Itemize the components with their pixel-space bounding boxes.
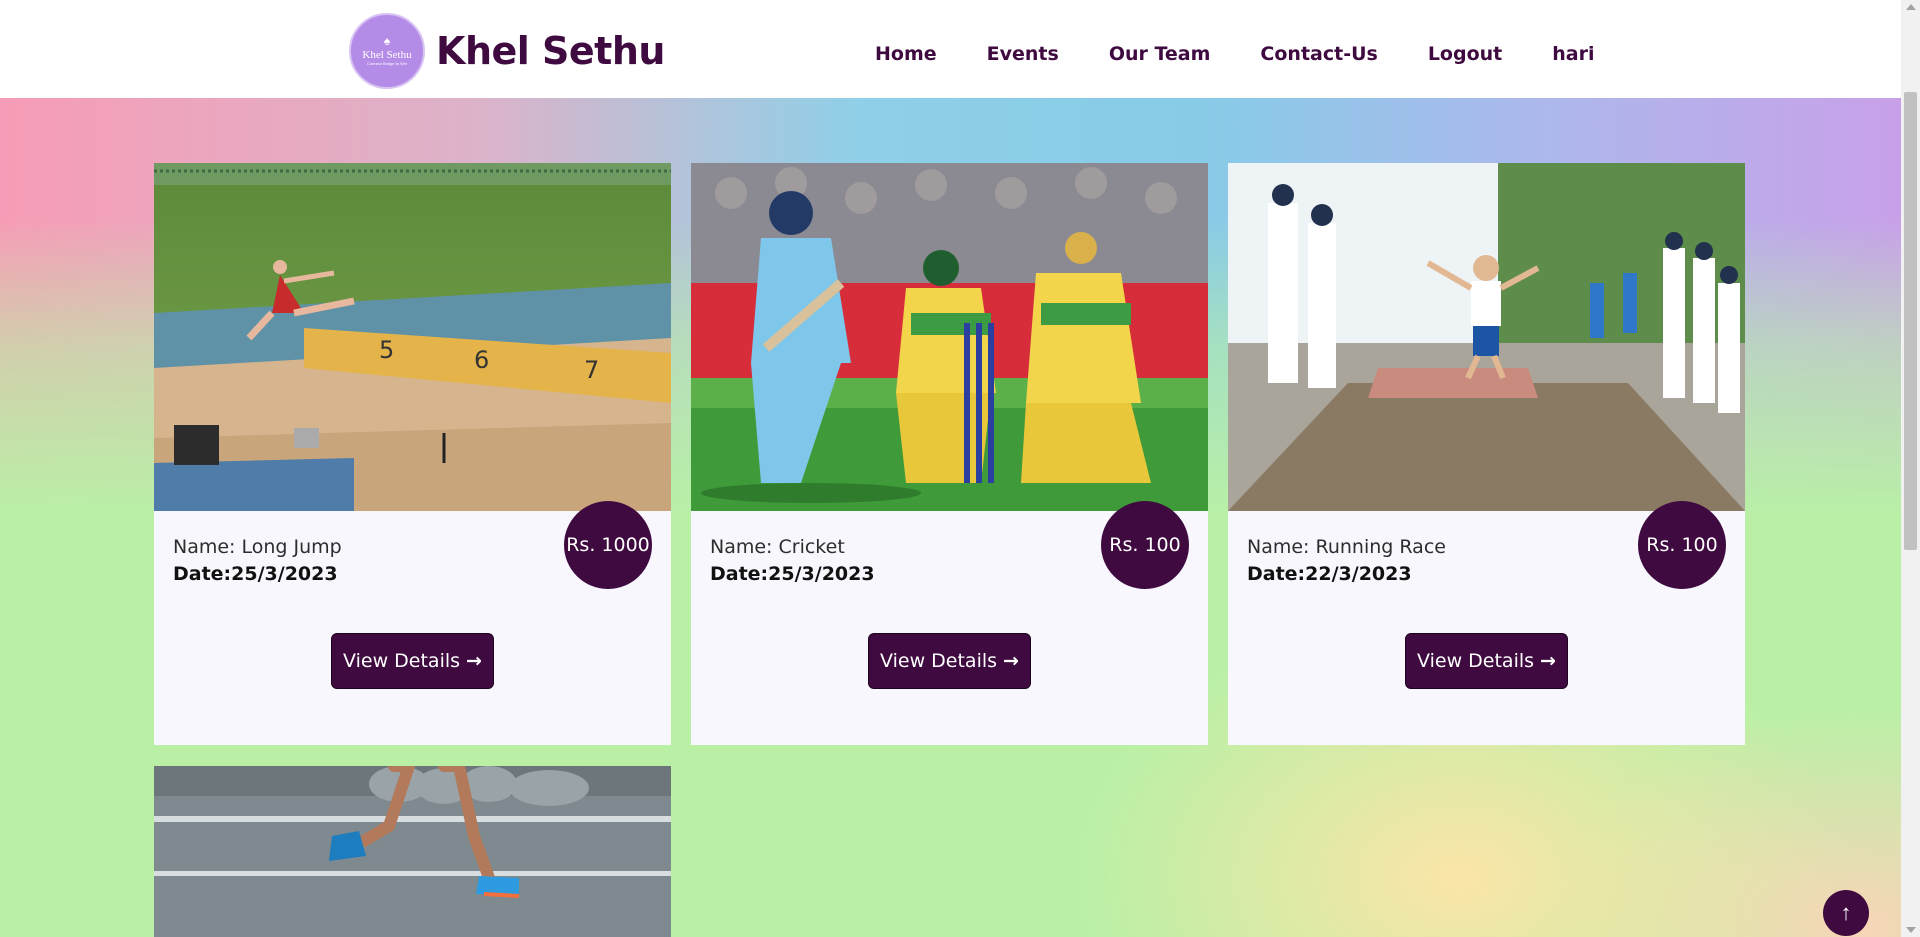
arrow-right-icon: → [1540,650,1556,672]
view-details-button[interactable]: View Details → [1405,633,1568,689]
scroll-to-top-button[interactable]: ↑ [1823,890,1869,936]
view-details-label: View Details [1417,650,1535,672]
page-scrollbar[interactable] [1901,0,1920,937]
event-card-running-race: Name: Running Race Date:22/3/2023 Rs. 10… [1228,163,1745,745]
nav-home[interactable]: Home [875,43,937,65]
event-card-body: Name: Long Jump Date:25/3/2023 Rs. 1000 … [154,501,671,745]
long-jump-photo-image: 5 6 7 [154,163,671,511]
price-badge: Rs. 100 [1101,501,1189,589]
view-details-label: View Details [343,650,461,672]
logo-tagline: Connect Bridge to Win [366,61,408,66]
event-name: Name: Cricket [710,536,845,558]
view-details-button[interactable]: View Details → [331,633,494,689]
logo-emblem-icon: ♠ [383,34,391,48]
long-jump-photo: 5 6 7 [154,163,671,511]
event-date: Date:25/3/2023 [710,563,875,585]
logo-text: Khel Sethu [362,49,412,61]
scroll-down-arrow-icon[interactable] [1906,927,1916,933]
arrow-up-icon: ↑ [1840,900,1852,925]
brand-logo[interactable]: ♠ Khel Sethu Connect Bridge to Win [349,13,425,89]
cricket-photo [691,163,1208,511]
scroll-up-arrow-icon[interactable] [1906,4,1916,10]
nav-links: Home Events Our Team Contact-Us Logout h… [875,43,1595,65]
nav-events[interactable]: Events [987,43,1059,65]
nav-our-team[interactable]: Our Team [1109,43,1211,65]
event-card-body: Name: Cricket Date:25/3/2023 Rs. 100 Vie… [691,501,1208,745]
view-details-label: View Details [880,650,998,672]
nav-user-hari[interactable]: hari [1552,43,1594,65]
nav-logout[interactable]: Logout [1428,43,1502,65]
event-card-cricket: Name: Cricket Date:25/3/2023 Rs. 100 Vie… [691,163,1208,745]
event-name: Name: Running Race [1247,536,1446,558]
svg-text:7: 7 [584,356,599,384]
event-name: Name: Long Jump [173,536,342,558]
price-badge: Rs. 100 [1638,501,1726,589]
cricket-photo-image [691,163,1208,511]
event-date: Date:25/3/2023 [173,563,338,585]
brand[interactable]: ♠ Khel Sethu Connect Bridge to Win Khel … [349,13,665,89]
svg-text:5: 5 [379,336,394,364]
navbar: ♠ Khel Sethu Connect Bridge to Win Khel … [0,0,1901,98]
running-legs-photo [154,766,671,937]
event-card-body: Name: Running Race Date:22/3/2023 Rs. 10… [1228,501,1745,745]
brand-name[interactable]: Khel Sethu [436,29,665,73]
running-race-photo-image [1228,163,1745,511]
running-legs-photo-image [154,766,671,937]
arrow-right-icon: → [466,650,482,672]
svg-text:6: 6 [474,346,489,374]
running-race-photo [1228,163,1745,511]
nav-contact-us[interactable]: Contact-Us [1260,43,1377,65]
event-date: Date:22/3/2023 [1247,563,1412,585]
price-badge: Rs. 1000 [564,501,652,589]
scrollbar-thumb[interactable] [1904,92,1917,550]
arrow-right-icon: → [1003,650,1019,672]
view-details-button[interactable]: View Details → [868,633,1031,689]
event-card-long-jump: 5 6 7 Name: Long Jump Date:25/3/2023 Rs.… [154,163,671,745]
event-card-marathon [154,766,671,937]
